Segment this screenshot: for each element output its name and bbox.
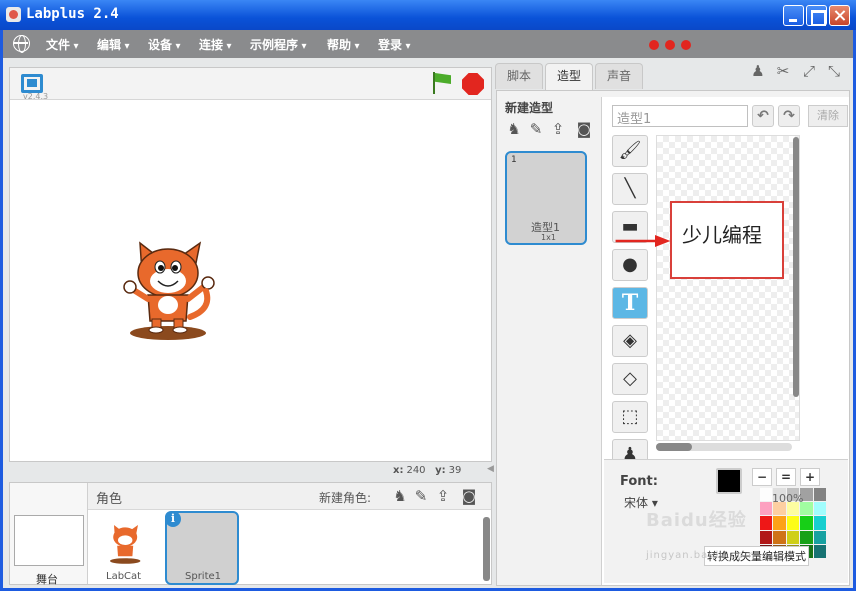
line-tool[interactable]: ╲ [612, 173, 648, 205]
labcat-sprite[interactable] [120, 223, 220, 343]
fill-tool[interactable]: ◈ [612, 325, 648, 357]
upload-sprite-icon[interactable]: ⇪ [434, 488, 452, 504]
brush-tool[interactable]: 🖌 [612, 135, 648, 167]
costume-name-input[interactable]: 造型1 [612, 105, 748, 127]
costume-index: 1 [511, 155, 517, 165]
status-dots [649, 39, 697, 53]
costume-thumb[interactable]: 1 造型1 1x1 [505, 151, 587, 245]
tab-sounds[interactable]: 声音 [595, 63, 643, 89]
zoom-out-button[interactable]: − [752, 468, 772, 486]
paint-costume-icon[interactable]: ✎ [527, 121, 545, 137]
sprite-library-icon[interactable]: ♞ [391, 488, 409, 504]
title-bar: Labplus 2.4 [0, 0, 856, 30]
sprite-thumb-labcat[interactable]: LabCat [96, 515, 156, 585]
font-label: Font: [620, 474, 658, 489]
paint-canvas[interactable] [656, 135, 800, 441]
sprites-panel: 舞台 角色 新建角色: ♞ ✎ ⇪ ◙ LabCat i Sprite1 [9, 482, 492, 586]
mouse-coords: x: 240 y: 39 [393, 465, 462, 476]
redo-button[interactable]: ↷ [778, 105, 800, 127]
menu-help[interactable]: 帮助 [327, 36, 360, 53]
menu-login[interactable]: 登录 [378, 36, 411, 53]
stage-thumbnail[interactable] [14, 515, 84, 566]
new-sprite-label: 新建角色: [319, 491, 372, 505]
paint-new-sprite-icon[interactable]: ✎ [412, 488, 430, 504]
menu-connect[interactable]: 连接 [199, 36, 232, 53]
select-tool[interactable]: ⬚ [612, 401, 648, 433]
new-costume-label: 新建造型 [505, 101, 554, 115]
language-globe-icon[interactable] [13, 35, 30, 53]
stage-toolbar: v2.4.3 [10, 68, 491, 101]
cut-icon[interactable]: ✂ [774, 63, 792, 79]
app-logo-icon [6, 7, 21, 22]
canvas-text-highlight[interactable]: 少儿编程 [670, 201, 784, 279]
menu-examples[interactable]: 示例程序 [250, 36, 307, 53]
undo-button[interactable]: ↶ [752, 105, 774, 127]
ellipse-tool[interactable]: ● [612, 249, 648, 281]
eraser-tool[interactable]: ◇ [612, 363, 648, 395]
current-color-swatch[interactable] [716, 468, 742, 494]
sprites-scrollbar[interactable] [483, 517, 490, 581]
fullscreen-icon[interactable] [21, 74, 43, 93]
app-window: Labplus 2.4 文件 编辑 设备 连接 示例程序 帮助 登录 v2.4.… [0, 0, 856, 591]
costume-library-icon[interactable]: ♞ [505, 121, 523, 137]
tab-scripts[interactable]: 脚本 [495, 63, 543, 89]
text-tool[interactable]: T [612, 287, 648, 319]
zoom-in-button[interactable]: + [800, 468, 820, 486]
camera-costume-icon[interactable]: ◙ [575, 121, 593, 137]
stage-panel: v2.4.3 [9, 67, 492, 462]
sprite-name: Sprite1 [185, 571, 222, 582]
maximize-button[interactable] [806, 5, 827, 26]
stop-icon[interactable] [462, 73, 484, 95]
sprites-title: 角色 [96, 492, 123, 507]
menu-file[interactable]: 文件 [46, 36, 79, 53]
menu-bar: 文件 编辑 设备 连接 示例程序 帮助 登录 [3, 30, 853, 58]
upload-costume-icon[interactable]: ⇪ [549, 121, 567, 137]
collapse-stage-icon[interactable]: ◀ [487, 464, 495, 476]
tab-costumes[interactable]: 造型 [545, 63, 593, 91]
shrink-icon[interactable]: ⤡ [825, 63, 843, 79]
stamp-icon[interactable]: ♟ [749, 63, 767, 79]
sprite-thumb-sprite1[interactable]: i Sprite1 [165, 511, 239, 585]
red-arrow-icon [615, 235, 671, 247]
clear-button[interactable]: 清除 [808, 105, 848, 127]
canvas-horizontal-scrollbar[interactable] [656, 443, 792, 451]
costume-size: 1x1 [541, 233, 556, 242]
labcat-thumb-icon [110, 525, 141, 564]
grow-icon[interactable]: ⤢ [800, 63, 818, 79]
zoom-reset-button[interactable]: = [776, 468, 796, 486]
zoom-level: 100% [772, 492, 804, 505]
version-label: v2.4.3 [23, 92, 49, 101]
stage-column: 舞台 [10, 483, 88, 586]
menu-device[interactable]: 设备 [148, 36, 181, 53]
camera-sprite-icon[interactable]: ◙ [460, 488, 478, 504]
window-title: Labplus 2.4 [26, 6, 119, 22]
baidu-watermark: Baidu经验 jingyan.baidu.com [646, 510, 756, 561]
sprite-name: LabCat [106, 571, 142, 582]
green-flag-icon[interactable] [431, 72, 453, 96]
close-button[interactable] [829, 5, 850, 26]
info-icon[interactable]: i [165, 511, 181, 527]
canvas-vertical-scrollbar[interactable] [793, 137, 799, 397]
canvas-text: 少儿编程 [682, 223, 762, 247]
minimize-button[interactable] [783, 5, 804, 26]
menu-edit[interactable]: 编辑 [97, 36, 130, 53]
stage-label: 舞台 [36, 573, 58, 586]
